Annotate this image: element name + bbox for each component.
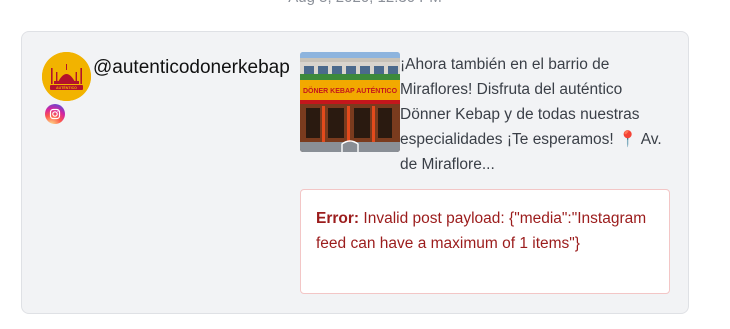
post-timestamp: Aug 5, 2020, 12:30 PM: [0, 0, 730, 8]
account-username[interactable]: @autenticodonerkebap: [93, 56, 290, 80]
post-media-thumbnail[interactable]: DÖNER KEBAP AUTÉNTICO: [300, 52, 400, 152]
mosque-logo-icon: AUTÉNTICO: [42, 52, 91, 101]
error-label: Error:: [316, 210, 360, 227]
error-message-box: Error: Invalid post payload: {"media":"I…: [300, 189, 670, 294]
svg-text:AUTÉNTICO: AUTÉNTICO: [56, 85, 77, 90]
instagram-icon: [45, 104, 65, 124]
error-text: Invalid post payload: {"media":"Instagra…: [316, 210, 647, 252]
svg-text:DÖNER KEBAP AUTÉNTICO: DÖNER KEBAP AUTÉNTICO: [303, 86, 398, 95]
post-caption: ¡Ahora también en el barrio de Miraflore…: [400, 56, 662, 173]
avatar[interactable]: AUTÉNTICO: [42, 52, 91, 101]
